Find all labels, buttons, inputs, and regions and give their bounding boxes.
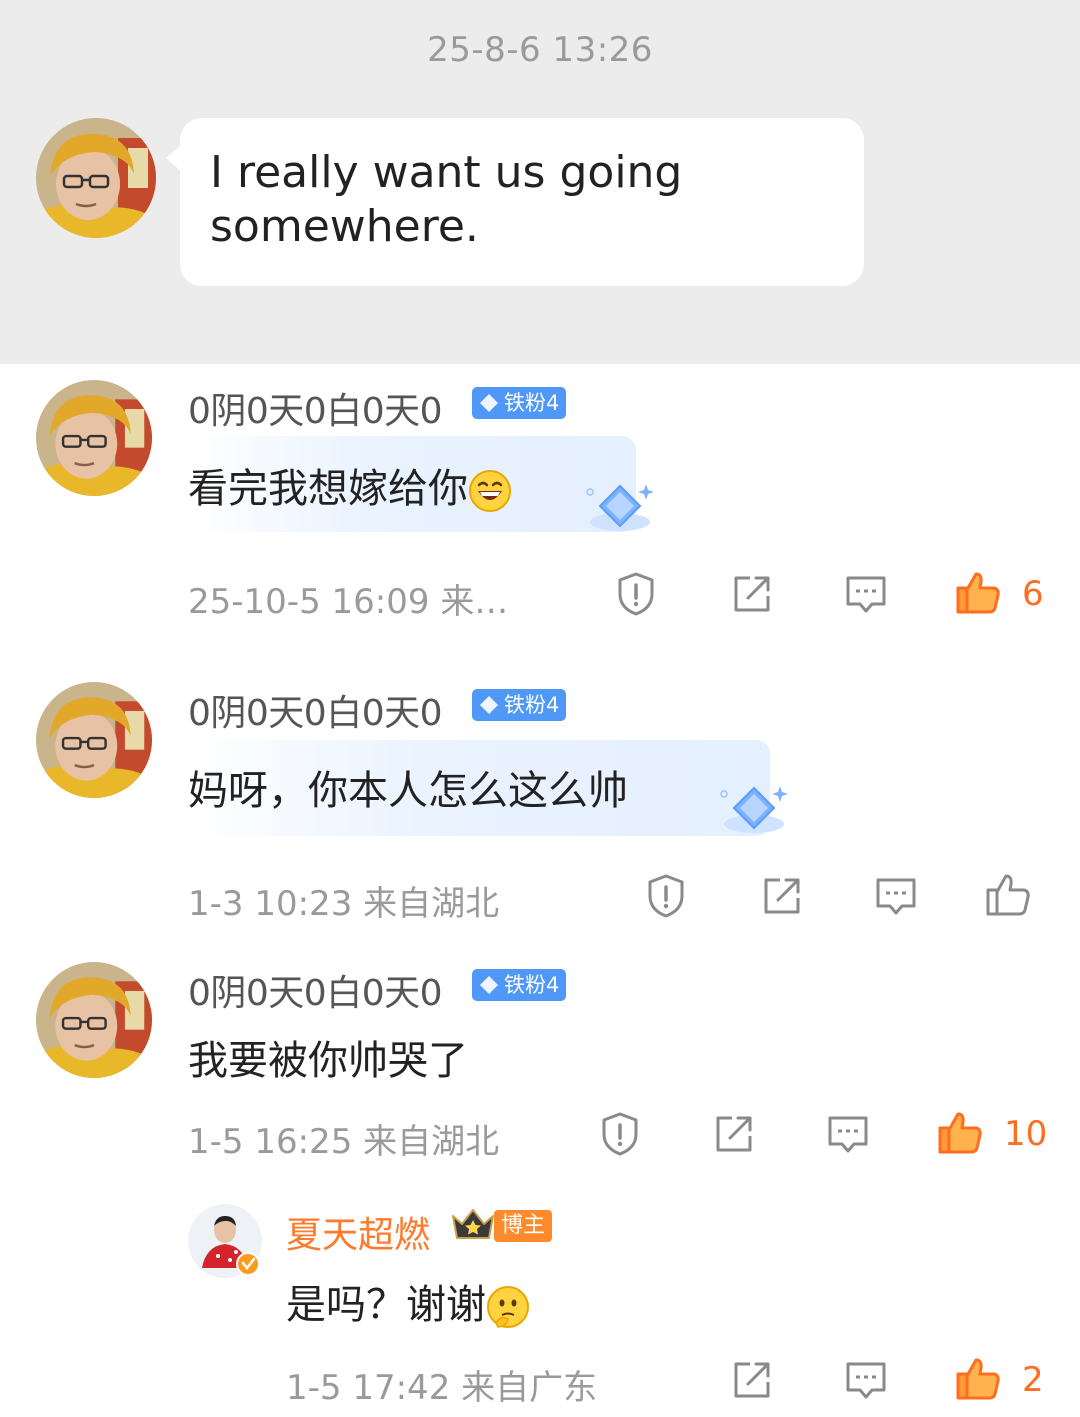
reply-text-content: 是吗？谢谢	[286, 1282, 486, 1328]
like-icon[interactable]	[936, 1108, 984, 1156]
fan-badge-label: 铁粉4	[504, 693, 560, 717]
like-icon[interactable]	[984, 870, 1032, 918]
report-icon[interactable]	[596, 1110, 644, 1158]
comment-time: 25-10-5 16:09	[188, 582, 430, 622]
fan-badge: 铁粉4	[472, 689, 566, 721]
diamond-icon	[480, 696, 498, 714]
sender-avatar[interactable]	[36, 118, 156, 238]
reply-icon[interactable]	[842, 1356, 890, 1404]
comment-meta: 25-10-5 16:09 来…	[188, 574, 508, 623]
reply-icon[interactable]	[824, 1110, 872, 1158]
like-count: 10	[1004, 1114, 1048, 1154]
reply-time: 1-5 17:42	[286, 1368, 451, 1408]
reply-icon[interactable]	[872, 872, 920, 920]
comment-time: 1-5 16:25	[188, 1122, 353, 1162]
comment-text-content: 看完我想嫁给你	[188, 466, 468, 512]
share-icon[interactable]	[728, 570, 776, 618]
fan-badge-label: 铁粉4	[504, 973, 560, 997]
comment-meta: 1-5 16:25 来自湖北	[188, 1114, 499, 1163]
dm-section: 25-8-6 13:26 I really want us going some…	[0, 0, 1080, 364]
message-bubble[interactable]: I really want us going somewhere.	[166, 118, 864, 286]
comment-location: 来自湖北	[363, 1122, 500, 1162]
like-icon[interactable]	[954, 568, 1002, 616]
comment-location: 来自湖北	[363, 884, 500, 924]
laughing-emoji-icon	[469, 470, 511, 512]
reply-text[interactable]: 是吗？谢谢	[286, 1272, 530, 1330]
fan-badge: 铁粉4	[472, 387, 566, 419]
comment-meta: 1-3 10:23 来自湖北	[188, 876, 499, 925]
report-icon[interactable]	[612, 570, 660, 618]
like-icon[interactable]	[954, 1354, 1002, 1402]
fan-diamond-decoration-icon	[714, 780, 794, 840]
like-count: 6	[1022, 574, 1044, 614]
commenter-name[interactable]: 0阴0天0白0天0	[188, 684, 443, 736]
blogger-badge: 博主	[494, 1210, 552, 1242]
fan-badge: 铁粉4	[472, 969, 566, 1001]
blogger-name[interactable]: 夏天超燃	[286, 1206, 430, 1258]
dm-timestamp: 25-8-6 13:26	[427, 30, 653, 70]
like-count: 2	[1022, 1360, 1044, 1400]
message-text: I really want us going somewhere.	[210, 147, 683, 252]
crown-icon	[452, 1209, 494, 1239]
comment-time: 1-3 10:23	[188, 884, 353, 924]
share-icon[interactable]	[758, 872, 806, 920]
commenter-name[interactable]: 0阴0天0白0天0	[188, 382, 443, 434]
share-icon[interactable]	[710, 1110, 758, 1158]
commenter-avatar[interactable]	[36, 682, 152, 798]
report-icon[interactable]	[642, 872, 690, 920]
comment-text[interactable]: 妈呀，你本人怎么这么帅	[188, 758, 628, 816]
comment-text[interactable]: 看完我想嫁给你	[188, 456, 512, 514]
fan-diamond-decoration-icon	[580, 478, 660, 538]
commenter-name[interactable]: 0阴0天0白0天0	[188, 964, 443, 1016]
commenter-avatar[interactable]	[36, 380, 152, 496]
diamond-icon	[480, 976, 498, 994]
share-icon[interactable]	[728, 1356, 776, 1404]
thinking-emoji-icon	[487, 1286, 529, 1328]
diamond-icon	[480, 394, 498, 412]
comment-location: 来…	[440, 582, 509, 622]
fan-badge-label: 铁粉4	[504, 391, 560, 415]
reply-icon[interactable]	[842, 570, 890, 618]
reply-location: 来自广东	[461, 1368, 598, 1408]
blogger-avatar[interactable]	[188, 1204, 262, 1278]
commenter-avatar[interactable]	[36, 962, 152, 1078]
reply-meta: 1-5 17:42 来自广东	[286, 1360, 597, 1409]
comment-text[interactable]: 我要被你帅哭了	[188, 1028, 468, 1086]
